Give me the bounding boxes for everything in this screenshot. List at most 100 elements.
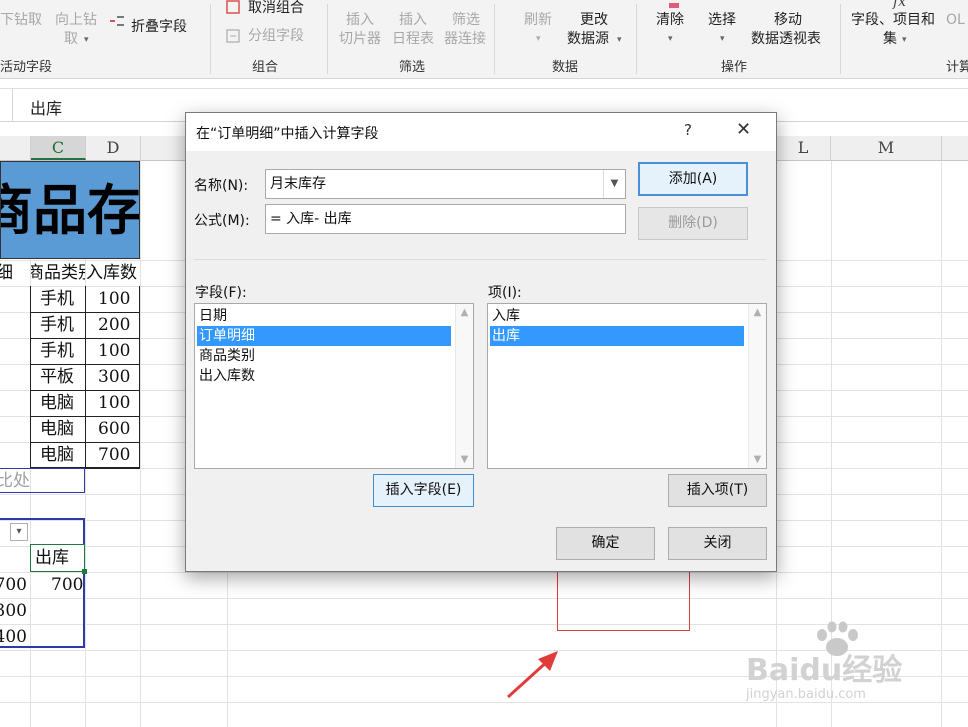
formula-label: 公式(M):	[194, 213, 250, 229]
column-header-c[interactable]: C	[31, 136, 86, 160]
move-pivot-l2[interactable]: 数据透视表	[751, 29, 821, 49]
insert-slicer-l1[interactable]: 插入	[346, 10, 374, 30]
column-header-m[interactable]: M	[831, 136, 942, 160]
item-list-item[interactable]: 出库	[490, 326, 744, 346]
filter-connections-l2[interactable]: 器连接	[444, 29, 486, 49]
insert-field-button[interactable]: 插入字段(E)	[373, 474, 474, 507]
name-label: 名称(N):	[194, 178, 249, 194]
divider	[194, 259, 766, 260]
field-list-item[interactable]: 订单明细	[197, 326, 451, 346]
watermark-brand: Baidu经验	[746, 653, 903, 688]
quantity-cell[interactable]: 100	[98, 391, 130, 415]
add-button[interactable]: 添加(A)	[638, 162, 748, 196]
title-banner[interactable]: 商品存	[0, 161, 140, 259]
clear-button[interactable]: 清除	[656, 10, 684, 30]
select-button[interactable]: 选择	[708, 10, 736, 30]
fields-items-l2[interactable]: 集	[883, 29, 897, 49]
help-button[interactable]: ?	[684, 121, 692, 139]
change-source-l2[interactable]: 数据源	[567, 29, 609, 49]
fx-icon: fx	[893, 0, 907, 10]
ok-button[interactable]: 确定	[556, 527, 655, 560]
name-box[interactable]	[0, 89, 13, 121]
delete-button[interactable]: 删除(D)	[638, 207, 748, 240]
category-cell[interactable]: 平板	[40, 365, 74, 389]
insert-calculated-field-dialog: 在“订单明细”中插入计算字段 ? ✕ 名称(N): 月末库存 ▼ 公式(M): …	[185, 112, 777, 572]
ribbon-separator	[840, 4, 841, 74]
scroll-up-icon[interactable]: ▲	[456, 304, 473, 321]
field-list-item[interactable]: 日期	[197, 306, 451, 326]
header-d-text[interactable]: 入库数	[86, 261, 137, 285]
pivot-value-c-1[interactable]: 700	[51, 573, 83, 597]
header-c-text: 商品类别	[31, 263, 85, 283]
quantity-cell[interactable]: 600	[98, 417, 130, 441]
refresh-button[interactable]: 刷新	[524, 10, 552, 30]
filter-group-label: 筛选	[399, 60, 426, 75]
quantity-cell[interactable]: 700	[98, 443, 130, 467]
category-cell[interactable]: 手机	[40, 313, 74, 337]
filter-dropdown-icon[interactable]: ▾	[10, 523, 28, 541]
quantity-cell[interactable]: 200	[98, 313, 130, 337]
header-cell-b[interactable]: 细	[0, 260, 30, 286]
category-cell[interactable]: 电脑	[40, 443, 74, 467]
items-label: 项(I):	[488, 285, 522, 301]
scroll-up-icon[interactable]: ▲	[749, 304, 766, 321]
scroll-down-icon[interactable]: ▼	[749, 451, 766, 468]
column-header-b[interactable]	[0, 136, 31, 160]
drill-down-button[interactable]: 下钻取	[0, 10, 42, 30]
formula-input-field[interactable]: = 入库- 出库	[265, 204, 626, 234]
pivot-value-a-3[interactable]: 400	[0, 625, 27, 649]
category-cell[interactable]: 手机	[40, 339, 74, 363]
header-cell-c[interactable]: 商品类别	[31, 260, 85, 286]
category-cell[interactable]: 电脑	[40, 391, 74, 415]
group-field-button[interactable]: 分组字段	[248, 26, 304, 46]
pivot-col-header-cell[interactable]: 出库	[30, 544, 87, 574]
ungroup-button[interactable]: 取消组合	[248, 0, 304, 18]
pivot-value-a-1[interactable]: 700	[0, 573, 27, 597]
field-list-item[interactable]: 商品类别	[197, 346, 451, 366]
pivot-value-a-2[interactable]: 300	[0, 599, 27, 623]
close-button[interactable]: 关闭	[668, 527, 767, 560]
field-list-item[interactable]: 出入库数	[197, 366, 451, 386]
olap-tools-button[interactable]: OL	[946, 10, 965, 30]
fields-scrollbar[interactable]: ▲ ▼	[455, 304, 473, 468]
fields-items-l1[interactable]: 字段、项目和	[851, 10, 935, 30]
items-listbox[interactable]: 入库 出库 ▲ ▼	[487, 303, 767, 469]
close-icon[interactable]: ✕	[736, 119, 751, 140]
category-cell[interactable]: 电脑	[40, 417, 74, 441]
column-header-d[interactable]: D	[86, 136, 141, 160]
column-header-l[interactable]: L	[776, 136, 831, 160]
name-combobox[interactable]: 月末库存 ▼	[265, 169, 626, 199]
column-header-n[interactable]	[942, 136, 968, 160]
pivot-drop-zone[interactable]: 比处	[0, 468, 85, 493]
chevron-down-icon: ▾	[84, 35, 89, 45]
insert-timeline-l2[interactable]: 日程表	[392, 29, 434, 49]
item-list-item[interactable]: 入库	[490, 306, 744, 326]
data-group-label: 数据	[552, 60, 579, 75]
insert-timeline-l1[interactable]: 插入	[399, 10, 427, 30]
ribbon-separator	[210, 4, 211, 74]
drill-up-button[interactable]: 向上钻	[55, 10, 97, 30]
chevron-down-icon: ▾	[536, 34, 541, 44]
collapse-field-button[interactable]: 折叠字段	[131, 17, 187, 37]
ribbon-separator	[636, 4, 637, 74]
scroll-down-icon[interactable]: ▼	[456, 451, 473, 468]
insert-item-button[interactable]: 插入项(T)	[668, 474, 767, 507]
chevron-down-icon[interactable]: ▼	[603, 170, 625, 198]
actions-group-label: 操作	[721, 60, 748, 75]
quantity-cell[interactable]: 100	[98, 287, 130, 311]
quantity-cell[interactable]: 300	[98, 365, 130, 389]
ribbon: 下钻取 向上钻 取 ▾ 折叠字段 活动字段 取消组合 分组字段 组合 插入 切片…	[0, 0, 968, 79]
ungroup-icon	[226, 0, 240, 14]
formula-input[interactable]: 出库	[30, 95, 62, 119]
fields-listbox[interactable]: 日期 订单明细 商品类别 出入库数 ▲ ▼	[194, 303, 474, 469]
move-pivot-l1[interactable]: 移动	[774, 10, 802, 30]
ribbon-separator	[327, 4, 328, 74]
change-source-l1[interactable]: 更改	[580, 10, 608, 30]
quantity-cell[interactable]: 100	[98, 339, 130, 363]
insert-slicer-l2[interactable]: 切片器	[339, 29, 381, 49]
category-cell[interactable]: 手机	[40, 287, 74, 311]
filter-connections-l1[interactable]: 筛选	[452, 10, 480, 30]
watermark-url: jingyan.baidu.com	[746, 687, 866, 702]
items-scrollbar[interactable]: ▲ ▼	[748, 304, 766, 468]
chevron-down-icon: ▾	[720, 34, 725, 44]
